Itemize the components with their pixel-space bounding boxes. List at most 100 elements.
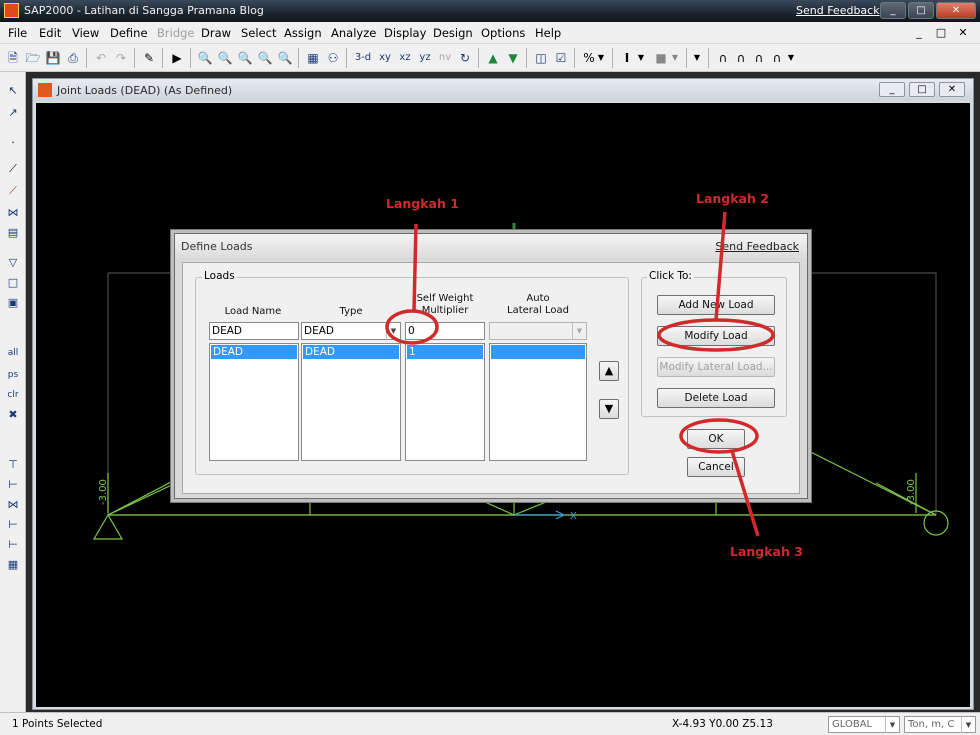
new-file-icon[interactable]: 🗎 <box>4 49 22 67</box>
modify-lateral-load-button[interactable]: Modify Lateral Load... <box>657 357 775 377</box>
auto-lateral-list[interactable] <box>489 343 587 461</box>
cancel-button[interactable]: Cancel <box>687 457 745 477</box>
menu-help[interactable]: Help <box>535 26 561 40</box>
inner-minimize-button[interactable]: _ <box>879 82 905 97</box>
snap-point-icon[interactable]: ⊤ <box>4 456 22 474</box>
dropdown-arrow-icon[interactable]: ▼ <box>596 49 606 67</box>
chevron-down-icon[interactable]: ▼ <box>386 323 400 339</box>
view-nv-button[interactable]: nv <box>436 49 454 67</box>
list-item[interactable]: 1 <box>407 345 483 359</box>
list-item[interactable]: DEAD <box>211 345 297 359</box>
send-feedback-link[interactable]: Send Feedback <box>796 4 880 17</box>
mdi-minimize-button[interactable]: _ <box>910 24 928 41</box>
open-folder-icon[interactable]: 🗁 <box>24 49 42 67</box>
select-all-icon[interactable]: all <box>4 344 22 362</box>
draw-frame-icon[interactable]: ⟋ <box>4 160 22 178</box>
check-icon[interactable]: ☑ <box>552 49 570 67</box>
dropdown-arrow-icon[interactable]: ▼ <box>636 49 646 67</box>
menu-file[interactable]: File <box>8 26 27 40</box>
dropdown-arrow-icon[interactable]: ▼ <box>670 49 680 67</box>
grid-view-icon[interactable]: ▦ <box>304 49 322 67</box>
ok-button[interactable]: OK <box>687 429 745 449</box>
frame-icon[interactable]: ∩ <box>732 49 750 67</box>
menu-bridge[interactable]: Bridge <box>157 26 195 40</box>
load-name-list[interactable]: DEAD <box>209 343 299 461</box>
view-xz-button[interactable]: xz <box>396 49 414 67</box>
coord-system-select[interactable]: GLOBAL ▼ <box>828 716 900 733</box>
dialog-send-feedback-link[interactable]: Send Feedback <box>715 240 799 253</box>
menu-analyze[interactable]: Analyze <box>331 26 376 40</box>
save-icon[interactable]: 💾 <box>44 49 62 67</box>
move-up-icon[interactable]: ▲ <box>484 49 502 67</box>
menu-display[interactable]: Display <box>384 26 426 40</box>
menu-view[interactable]: View <box>72 26 99 40</box>
zoom-window-icon[interactable]: 🔍 <box>196 49 214 67</box>
previous-select-icon[interactable]: ps <box>4 366 22 384</box>
sap2000-app-icon[interactable] <box>4 3 19 18</box>
menu-select[interactable]: Select <box>241 26 276 40</box>
section-icon[interactable]: I <box>618 49 636 67</box>
draw-quad-icon[interactable]: ▣ <box>4 294 22 312</box>
minimize-button[interactable]: _ <box>880 2 906 19</box>
draw-point-icon[interactable]: · <box>4 134 22 152</box>
pointer-icon[interactable]: ↖ <box>4 82 22 100</box>
zoom-restore-icon[interactable]: 🔍 <box>216 49 234 67</box>
inner-close-button[interactable]: ✕ <box>939 82 965 97</box>
draw-cable-icon[interactable]: ⟋ <box>4 182 22 200</box>
draw-area-icon[interactable]: ▤ <box>4 224 22 242</box>
maximize-button[interactable]: □ <box>908 2 934 19</box>
menu-options[interactable]: Options <box>481 26 525 40</box>
close-button[interactable]: ✕ <box>936 2 976 19</box>
frame-icon[interactable]: ∩ <box>750 49 768 67</box>
snap-end-icon[interactable]: ⊢ <box>4 476 22 494</box>
dropdown-arrow-icon[interactable]: ▼ <box>692 49 702 67</box>
undo-icon[interactable]: ↶ <box>92 49 110 67</box>
person-icon[interactable]: ⚇ <box>324 49 342 67</box>
reshape-icon[interactable]: ↗ <box>4 104 22 122</box>
units-select[interactable]: Ton, m, C ▼ <box>904 716 976 733</box>
draw-rect-icon[interactable]: □ <box>4 274 22 292</box>
type-list[interactable]: DEAD <box>301 343 401 461</box>
select-icon[interactable]: ◫ <box>532 49 550 67</box>
move-down-button[interactable]: ▼ <box>599 399 619 419</box>
snap-intersect-icon[interactable]: ⋈ <box>4 496 22 514</box>
dropdown-arrow-icon[interactable]: ▼ <box>786 49 796 67</box>
pencil-icon[interactable]: ✎ <box>140 49 158 67</box>
modify-load-button[interactable]: Modify Load <box>657 326 775 346</box>
delete-load-button[interactable]: Delete Load <box>657 388 775 408</box>
menu-edit[interactable]: Edit <box>39 26 61 40</box>
zoom-out-icon[interactable]: 🔍 <box>256 49 274 67</box>
add-new-load-button[interactable]: Add New Load <box>657 295 775 315</box>
chevron-down-icon[interactable]: ▼ <box>572 323 586 339</box>
frame-icon[interactable]: ∩ <box>714 49 732 67</box>
draw-poly-icon[interactable]: ▽ <box>4 254 22 272</box>
load-name-input[interactable]: DEAD <box>209 322 299 340</box>
list-item[interactable] <box>491 345 585 359</box>
chevron-down-icon[interactable]: ▼ <box>961 717 975 733</box>
redo-icon[interactable]: ↷ <box>112 49 130 67</box>
print-icon[interactable]: ⎙ <box>64 49 82 67</box>
view-yz-button[interactable]: yz <box>416 49 434 67</box>
chevron-down-icon[interactable]: ▼ <box>885 717 899 733</box>
move-down-icon[interactable]: ▼ <box>504 49 522 67</box>
clear-select-icon[interactable]: clr <box>4 386 22 404</box>
snap-perp-icon[interactable]: ⊢ <box>4 516 22 534</box>
view-3d-button[interactable]: 3-d <box>352 49 374 67</box>
mdi-restore-button[interactable]: □ <box>932 24 950 41</box>
rotate-view-icon[interactable]: ↻ <box>456 49 474 67</box>
menu-define[interactable]: Define <box>110 26 148 40</box>
mdi-close-button[interactable]: ✕ <box>954 24 972 41</box>
menu-design[interactable]: Design <box>433 26 473 40</box>
self-weight-multiplier-input[interactable]: 0 <box>405 322 485 340</box>
menu-assign[interactable]: Assign <box>284 26 322 40</box>
frame-icon[interactable]: ∩ <box>768 49 786 67</box>
snap-line-icon[interactable]: ⊢ <box>4 536 22 554</box>
view-xy-button[interactable]: xy <box>376 49 394 67</box>
zoom-in-icon[interactable]: 🔍 <box>236 49 254 67</box>
menu-draw[interactable]: Draw <box>201 26 231 40</box>
snap-icon[interactable]: ✖ <box>4 406 22 424</box>
auto-lateral-load-select[interactable]: ▼ <box>489 322 587 340</box>
move-up-button[interactable]: ▲ <box>599 361 619 381</box>
fill-icon[interactable]: ■ <box>652 49 670 67</box>
pan-icon[interactable]: 🔍 <box>276 49 294 67</box>
